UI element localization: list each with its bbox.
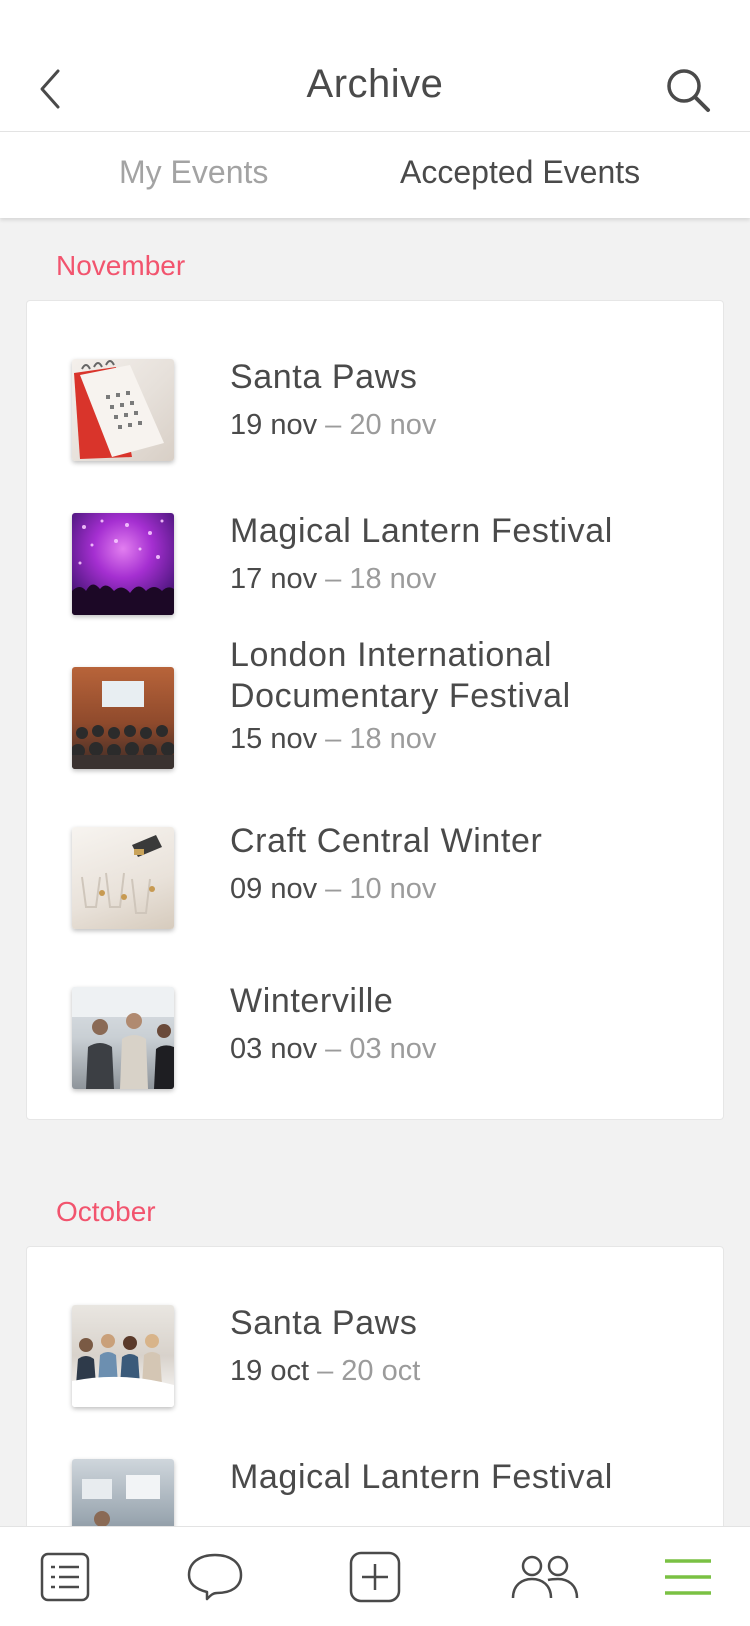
add-square-icon bbox=[349, 1551, 401, 1603]
event-dates: 17 nov – 18 nov bbox=[230, 563, 436, 596]
event-name: Magical Lantern Festival bbox=[230, 1458, 613, 1496]
list-item[interactable]: Magical Lantern Festival bbox=[27, 1447, 725, 1526]
event-thumbnail bbox=[72, 987, 174, 1089]
list-item[interactable]: Winterville 03 nov – 03 nov bbox=[27, 971, 725, 1101]
event-start-date: 19 nov bbox=[230, 409, 318, 441]
bottom-tab-bar bbox=[0, 1526, 750, 1626]
event-end-date: 20 nov bbox=[349, 409, 437, 441]
tab-add[interactable] bbox=[340, 1547, 410, 1607]
event-end-date: 18 nov bbox=[349, 563, 437, 595]
search-button[interactable] bbox=[664, 66, 714, 116]
event-dates: 19 nov – 20 nov bbox=[230, 409, 436, 442]
events-card-october: Santa Paws 19 oct – 20 oct Magical Lante… bbox=[26, 1246, 724, 1526]
tab-list[interactable] bbox=[30, 1547, 100, 1607]
event-thumbnail bbox=[72, 1459, 174, 1526]
event-end-date: 10 nov bbox=[349, 873, 437, 905]
event-end-date: 03 nov bbox=[349, 1033, 437, 1065]
event-dates: 19 oct – 20 oct bbox=[230, 1355, 420, 1388]
month-header-november: November bbox=[56, 250, 186, 281]
event-thumbnail bbox=[72, 667, 174, 769]
list-icon bbox=[40, 1552, 90, 1602]
tab-chat[interactable] bbox=[180, 1547, 250, 1607]
chat-bubble-icon bbox=[187, 1553, 243, 1601]
date-separator: – bbox=[325, 563, 350, 595]
event-end-date: 20 oct bbox=[341, 1355, 421, 1387]
event-start-date: 03 nov bbox=[230, 1033, 318, 1065]
event-name: Santa Paws bbox=[230, 358, 418, 396]
event-thumbnail bbox=[72, 359, 174, 461]
event-start-date: 19 oct bbox=[230, 1355, 309, 1387]
event-start-date: 15 nov bbox=[230, 723, 318, 755]
app-header: Archive My Events Accepted Events bbox=[0, 0, 750, 218]
event-name: Magical Lantern Festival bbox=[230, 512, 613, 550]
event-start-date: 17 nov bbox=[230, 563, 318, 595]
list-item[interactable]: Craft Central Winter 09 nov – 10 nov bbox=[27, 811, 725, 941]
hamburger-menu-icon bbox=[665, 1559, 711, 1595]
page-title: Archive bbox=[306, 62, 444, 106]
segment-tabs: My Events Accepted Events bbox=[0, 132, 750, 218]
event-thumbnail bbox=[72, 1305, 174, 1407]
event-dates: 09 nov – 10 nov bbox=[230, 873, 436, 906]
event-thumbnail bbox=[72, 827, 174, 929]
search-icon bbox=[667, 69, 710, 112]
event-name: Santa Paws bbox=[230, 1304, 418, 1342]
list-item[interactable]: Magical Lantern Festival 17 nov – 18 nov bbox=[27, 501, 725, 631]
tab-people[interactable] bbox=[505, 1547, 585, 1607]
list-item[interactable]: London International Documentary Festiva… bbox=[27, 636, 725, 781]
date-separator: – bbox=[317, 1355, 342, 1387]
people-icon bbox=[511, 1555, 579, 1599]
event-name: Craft Central Winter bbox=[230, 822, 543, 860]
date-separator: – bbox=[325, 873, 350, 905]
list-item[interactable]: Santa Paws 19 oct – 20 oct bbox=[27, 1287, 725, 1417]
event-name: London International Documentary Festiva… bbox=[230, 636, 571, 715]
event-start-date: 09 nov bbox=[230, 873, 318, 905]
event-name: Winterville bbox=[230, 982, 394, 1020]
events-list[interactable]: November Santa Paws 19 nov – 20 nov Magi… bbox=[0, 218, 750, 1526]
date-separator: – bbox=[325, 1033, 350, 1065]
event-dates: 03 nov – 03 nov bbox=[230, 1033, 436, 1066]
date-separator: – bbox=[325, 409, 350, 441]
tab-menu[interactable] bbox=[653, 1547, 723, 1607]
list-item[interactable]: Santa Paws 19 nov – 20 nov bbox=[27, 341, 725, 471]
month-header-october: October bbox=[56, 1196, 156, 1227]
event-end-date: 18 nov bbox=[349, 723, 437, 755]
event-dates: 15 nov – 18 nov bbox=[230, 723, 436, 756]
tab-accepted-events[interactable]: Accepted Events bbox=[400, 154, 640, 191]
date-separator: – bbox=[325, 723, 350, 755]
event-thumbnail bbox=[72, 513, 174, 615]
events-card-november: Santa Paws 19 nov – 20 nov Magical Lante… bbox=[26, 300, 724, 1120]
tab-my-events[interactable]: My Events bbox=[119, 154, 268, 191]
navigation-bar: Archive bbox=[0, 40, 750, 132]
